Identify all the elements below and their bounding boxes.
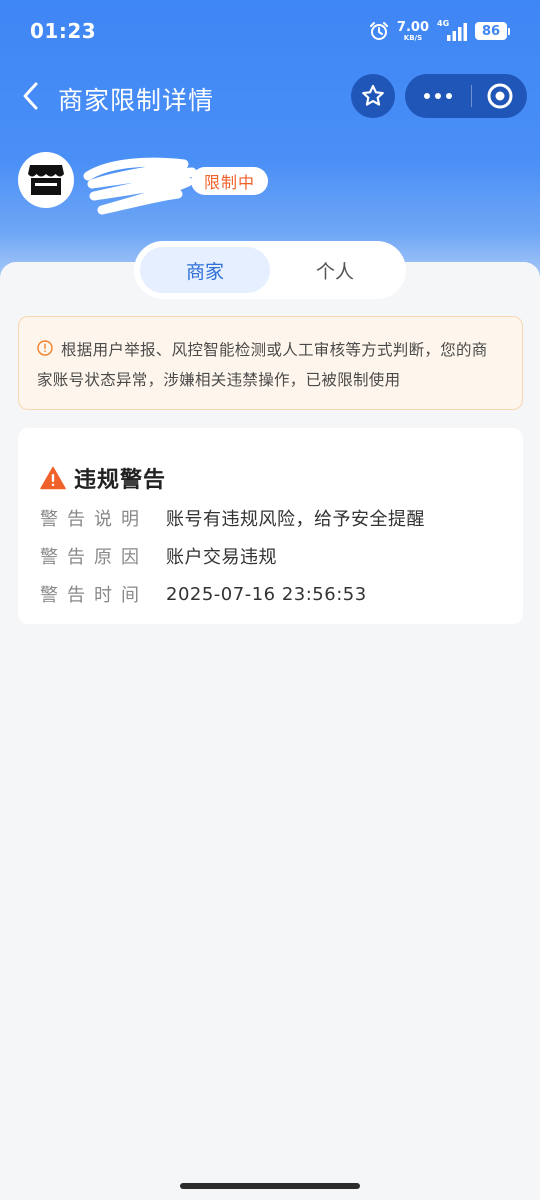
status-badge: 限制中 xyxy=(191,167,269,195)
tab-personal[interactable]: 个人 xyxy=(270,247,400,293)
alarm-icon xyxy=(369,22,388,40)
warning-card: 违规警告 警告说明 账号有违规风险，给予安全提醒 警告原因 账户交易违规 警告时… xyxy=(18,428,523,624)
chevron-left-icon xyxy=(23,82,38,110)
miniprogram-capsule xyxy=(405,74,527,118)
warning-row-reason: 警告原因 账户交易违规 xyxy=(40,543,277,569)
cellular-signal-icon: 4G xyxy=(437,19,467,41)
battery-level: 86 xyxy=(475,22,507,40)
battery-icon: 86 xyxy=(475,22,510,40)
warning-row-time: 警告时间 2025-07-16 23:56:53 xyxy=(40,581,367,607)
star-outline-icon xyxy=(362,84,384,106)
warning-row-value: 2025-07-16 23:56:53 xyxy=(166,583,367,605)
network-speed: 7.00 KB/S xyxy=(397,21,429,42)
favorite-button[interactable] xyxy=(351,74,395,118)
restriction-notice: 根据用户举报、风控智能检测或人工审核等方式判断，您的商家账号状态异常，涉嫌相关违… xyxy=(18,316,523,410)
info-circle-icon xyxy=(37,340,53,356)
more-button[interactable] xyxy=(405,74,471,118)
back-button[interactable] xyxy=(16,78,44,114)
warning-triangle-icon xyxy=(40,466,66,490)
network-speed-unit: KB/S xyxy=(403,33,423,42)
warning-title: 违规警告 xyxy=(40,463,166,493)
home-indicator[interactable] xyxy=(180,1183,360,1189)
status-bar: 01:23 7.00 KB/S 4G 86 xyxy=(0,0,540,60)
redacted-name-scribble xyxy=(83,157,197,215)
warning-row-label: 警告时间 xyxy=(40,585,148,606)
close-miniprogram-button[interactable] xyxy=(472,74,527,118)
storefront-icon xyxy=(28,165,64,195)
status-time: 01:23 xyxy=(30,19,97,43)
merchant-info: 限制中 xyxy=(18,152,518,215)
target-circle-icon xyxy=(487,83,512,109)
warning-row-label: 警告原因 xyxy=(40,547,148,568)
account-type-tabs: 商家 个人 xyxy=(134,241,406,299)
warning-row-description: 警告说明 账号有违规风险，给予安全提醒 xyxy=(40,505,425,531)
avatar xyxy=(18,152,74,208)
notice-text: 根据用户举报、风控智能检测或人工审核等方式判断，您的商家账号状态异常，涉嫌相关违… xyxy=(37,341,488,389)
network-speed-value: 7.00 xyxy=(396,19,429,35)
page-title: 商家限制详情 xyxy=(58,86,215,115)
navigation-bar: 商家限制详情 xyxy=(0,70,540,122)
warning-row-value: 账户交易违规 xyxy=(166,547,277,568)
status-icons: 7.00 KB/S 4G 86 xyxy=(369,18,510,44)
warning-row-value: 账号有违规风险，给予安全提醒 xyxy=(166,509,425,530)
more-dots-icon xyxy=(424,93,430,99)
tab-merchant[interactable]: 商家 xyxy=(140,247,270,293)
warning-title-text: 违规警告 xyxy=(74,468,167,493)
warning-row-label: 警告说明 xyxy=(40,509,148,530)
